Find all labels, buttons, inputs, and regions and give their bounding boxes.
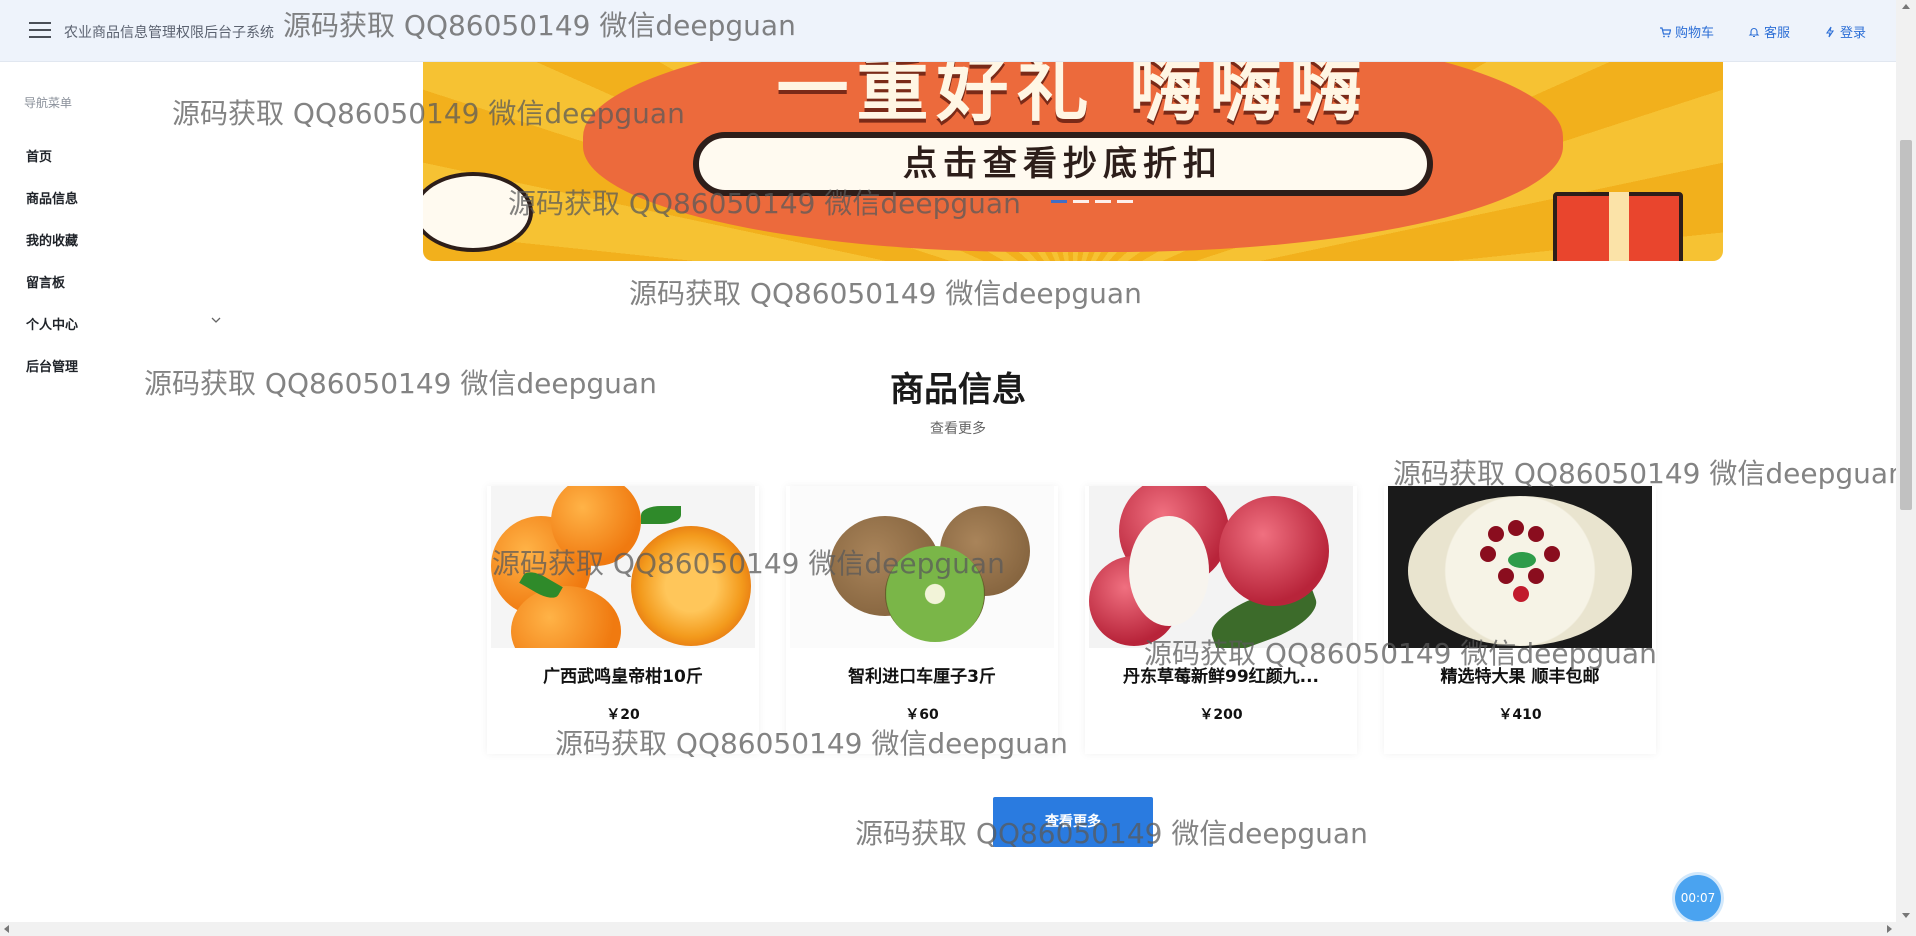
customer-service-link[interactable]: 客服 [1748,22,1790,41]
product-image-oranges [491,486,755,648]
product-price: ￥410 [1498,707,1542,723]
sidebar-item-personal-center[interactable]: 个人中心 [26,314,222,333]
sidebar-item-label: 个人中心 [26,318,79,333]
product-card[interactable]: 丹东草莓新鲜99红颜九... ￥200 [1085,486,1357,754]
sidebar-item-home[interactable]: 首页 [26,146,226,165]
sidebar-item-favorites[interactable]: 我的收藏 [26,230,226,249]
bell-icon [1748,27,1760,37]
login-label: 登录 [1839,26,1866,41]
sidebar-item-message-board[interactable]: 留言板 [26,272,226,291]
product-name: 丹东草莓新鲜99红颜九... [1122,667,1320,687]
product-card[interactable]: 精选特大果 顺丰包邮 ￥410 [1384,486,1656,754]
promo-banner[interactable]: 一重好礼 嗨嗨嗨 点击查看抄底折扣 [423,62,1723,261]
carousel-dot[interactable] [1051,200,1067,203]
nav-header: 导航菜单 [24,96,73,110]
timer-badge[interactable]: 00:07 [1675,875,1721,921]
banner-cloud [423,172,533,252]
scroll-down-icon[interactable] [1902,913,1910,918]
login-link[interactable]: 登录 [1824,22,1866,41]
scroll-left-icon[interactable] [4,925,9,933]
customer-service-label: 客服 [1763,26,1790,41]
banner-heading: 一重好礼 嗨嗨嗨 [776,62,1370,131]
lightning-icon [1825,26,1835,37]
product-name: 广西武鸣皇帝柑10斤 [543,667,703,687]
product-card[interactable]: 智利进口车厘子3斤 ￥60 [786,486,1058,754]
hamburger-menu-icon[interactable] [29,22,51,40]
banner-pill-text: 点击查看抄底折扣 [693,132,1433,196]
scrollbar-thumb[interactable] [1900,140,1912,510]
product-price: ￥200 [1199,707,1243,723]
product-card[interactable]: 广西武鸣皇帝柑10斤 ￥20 [487,486,759,754]
vertical-scrollbar[interactable] [1896,0,1916,922]
carousel-dot[interactable] [1117,200,1133,203]
carousel-indicators [1051,200,1133,203]
product-image-fruit-platter [1388,486,1652,648]
product-price: ￥60 [905,707,939,723]
cart-label: 购物车 [1674,26,1714,41]
product-price: ￥20 [606,707,640,723]
app-title: 农业商品信息管理权限后台子系统 [64,25,274,41]
carousel-dot[interactable] [1095,200,1111,203]
carousel-dot[interactable] [1073,200,1089,203]
view-more-link[interactable]: 查看更多 [0,418,1916,438]
top-actions: 购物车 客服 登录 [1659,22,1866,41]
top-bar: 农业商品信息管理权限后台子系统 购物车 客服 登录 [0,0,1896,62]
product-list: 广西武鸣皇帝柑10斤 ￥20 智利进口车厘子3斤 ￥60 丹东草莓新鲜99红颜九… [487,486,1656,754]
product-name: 智利进口车厘子3斤 [848,667,996,687]
product-name: 精选特大果 顺丰包邮 [1440,667,1600,687]
scroll-right-icon[interactable] [1887,925,1892,933]
sidebar-item-products[interactable]: 商品信息 [26,188,226,207]
product-image-lychee [1089,486,1353,648]
sidebar: 导航菜单 首页 商品信息 我的收藏 留言板 个人中心 后台管理 [0,62,230,922]
cart-icon [1659,26,1671,37]
horizontal-scrollbar[interactable] [0,922,1916,936]
chevron-down-icon [211,317,221,323]
cart-link[interactable]: 购物车 [1659,22,1714,41]
product-image-kiwi [790,486,1054,648]
watermark: 源码获取 QQ86050149 微信deepguan [629,277,1142,310]
view-more-button[interactable]: 查看更多 [993,797,1153,847]
section-title: 商品信息 [890,370,1026,410]
gift-box-icon [1553,192,1683,261]
scroll-up-icon[interactable] [1902,4,1910,9]
